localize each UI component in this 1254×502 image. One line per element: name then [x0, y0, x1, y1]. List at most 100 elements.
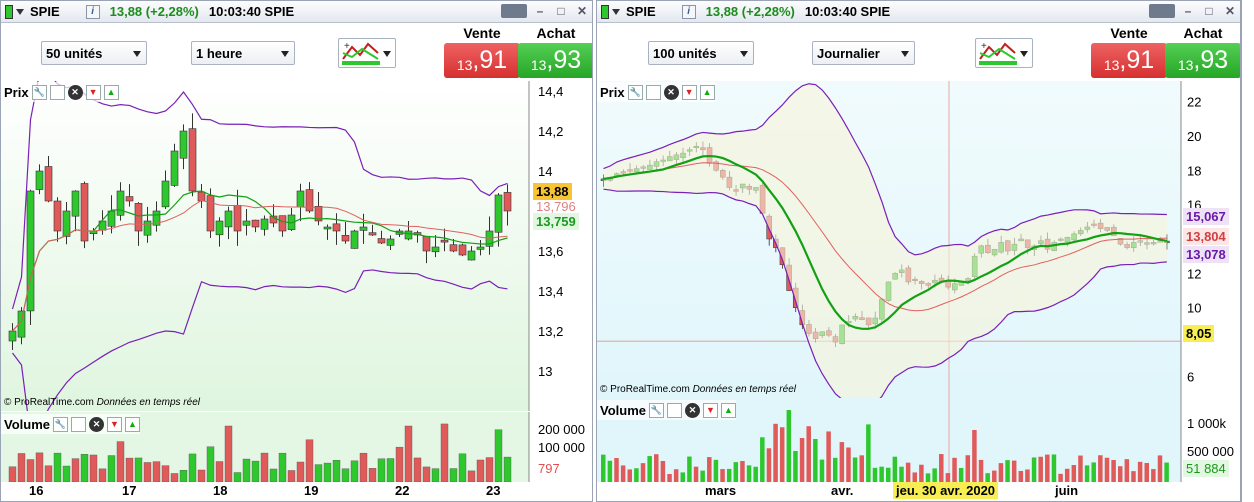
candle [431, 246, 440, 253]
x-date-label: 18 [213, 483, 228, 498]
x-date-label: 19 [304, 483, 319, 498]
volume-bar [846, 447, 851, 482]
volume-bar [1117, 466, 1123, 482]
wrench-icon[interactable]: 🔧 [627, 84, 643, 100]
volume-bar [8, 466, 17, 482]
arrow-down-icon[interactable]: ▼ [107, 416, 122, 432]
volume-panel-header: Volume 🔧 ✕ ▼ ▲ [597, 400, 736, 420]
arrow-down-icon[interactable]: ▼ [681, 84, 697, 100]
sell-label: Vente [463, 25, 501, 41]
info-icon[interactable]: i [681, 4, 696, 19]
close-icon[interactable]: ✕ [67, 84, 83, 100]
candle [215, 220, 224, 236]
arrow-up-icon[interactable]: ▲ [125, 416, 140, 432]
keyboard-icon[interactable] [1149, 4, 1175, 18]
wrench-icon[interactable]: 🔧 [53, 416, 68, 432]
window-icon[interactable] [71, 416, 86, 432]
buy-quote[interactable]: Achat 13,93 [518, 23, 592, 78]
candle [26, 190, 35, 312]
chevron-down-icon[interactable] [612, 8, 620, 15]
candle [197, 191, 206, 202]
window-icon[interactable] [645, 84, 661, 100]
volume-bar [806, 426, 811, 482]
candle [170, 150, 179, 186]
volume-bar [296, 461, 305, 482]
y-tick-label: 20 [1187, 129, 1201, 144]
volume-bar [832, 457, 838, 482]
period-select[interactable]: 1 heure [191, 41, 295, 65]
arrow-down-icon[interactable]: ▼ [703, 402, 718, 418]
chart-type-button[interactable]: + [338, 38, 396, 68]
candle [386, 238, 395, 246]
close-button[interactable]: ✕ [574, 4, 590, 18]
wrench-icon[interactable]: 🔧 [649, 402, 664, 418]
svg-text:+: + [344, 41, 350, 52]
candle [224, 210, 233, 228]
volume-bar [215, 461, 224, 482]
close-icon[interactable]: ✕ [685, 402, 700, 418]
volume-bar [700, 470, 705, 482]
chevron-down-icon[interactable] [16, 8, 24, 15]
volume-bar [503, 456, 512, 482]
y-tick-label: 14 [538, 164, 552, 179]
window-icon[interactable] [49, 84, 65, 100]
volume-bar [952, 457, 957, 482]
arrow-up-icon[interactable]: ▲ [103, 84, 119, 100]
volume-bar [998, 463, 1004, 482]
close-button[interactable]: ✕ [1222, 4, 1238, 18]
units-select[interactable]: 50 unités [41, 41, 147, 65]
units-value: 50 unités [46, 46, 103, 61]
copyright-text: © ProRealTime.com [600, 384, 690, 395]
chart-type-button[interactable]: + [975, 38, 1033, 68]
sell-quote[interactable]: Vente 13,91 [444, 23, 520, 78]
volume-bar [740, 460, 745, 482]
sell-quote[interactable]: Vente 13,91 [1091, 23, 1167, 78]
volume-bar [197, 469, 206, 482]
candle [71, 190, 80, 217]
arrow-up-icon[interactable]: ▲ [699, 84, 715, 100]
period-select[interactable]: Journalier [812, 41, 915, 65]
arrow-up-icon[interactable]: ▲ [721, 402, 736, 418]
x-axis-dates: 16 17 18 19 22 23 [1, 482, 592, 501]
x-date-label: 23 [486, 483, 501, 498]
window-icon[interactable] [667, 402, 682, 418]
volume-bar [1084, 465, 1090, 482]
maximize-button[interactable]: □ [1201, 4, 1217, 18]
volume-bar [693, 466, 699, 482]
buy-quote[interactable]: Achat 13,93 [1165, 23, 1240, 78]
title-bar[interactable]: SPIE i 13,88 (+2,28%) 10:03:40 SPIE – □ … [597, 1, 1240, 23]
chevron-down-icon [133, 51, 141, 57]
price-chart-right[interactable]: 2220181612106 [597, 81, 1240, 398]
volume-bar [872, 467, 878, 482]
candle-icon [601, 4, 609, 19]
volume-bar [305, 439, 314, 482]
buy-price: ,93 [546, 46, 582, 74]
volume-bar [925, 473, 931, 482]
volume-bar [687, 456, 692, 482]
arrow-down-icon[interactable]: ▼ [85, 84, 101, 100]
volume-bar [206, 446, 215, 482]
close-icon[interactable]: ✕ [89, 416, 104, 432]
units-select[interactable]: 100 unités [648, 41, 754, 65]
info-icon[interactable]: i [85, 4, 100, 19]
volume-bar [647, 456, 652, 482]
minimize-button[interactable]: – [532, 4, 548, 18]
minimize-button[interactable]: – [1180, 4, 1196, 18]
title-bar[interactable]: SPIE i 13,88 (+2,28%) 10:03:40 SPIE – □ … [1, 1, 592, 23]
keyboard-icon[interactable] [501, 4, 527, 18]
price-chart-left[interactable]: 14,4 14,2 14 13,6 13,4 13,2 13 [1, 81, 592, 411]
candle [260, 218, 269, 230]
wrench-icon[interactable]: 🔧 [31, 84, 47, 100]
candle [449, 244, 458, 252]
candle [341, 235, 350, 242]
maximize-button[interactable]: □ [553, 4, 569, 18]
y-tick-label: 6 [1187, 369, 1194, 384]
volume-bar [125, 457, 134, 482]
volume-bar [766, 448, 772, 482]
volume-bar [859, 455, 864, 482]
volume-bar [826, 431, 831, 482]
close-icon[interactable]: ✕ [663, 84, 679, 100]
volume-bar [793, 450, 798, 482]
volume-bar [1078, 455, 1083, 482]
candle [494, 194, 503, 233]
